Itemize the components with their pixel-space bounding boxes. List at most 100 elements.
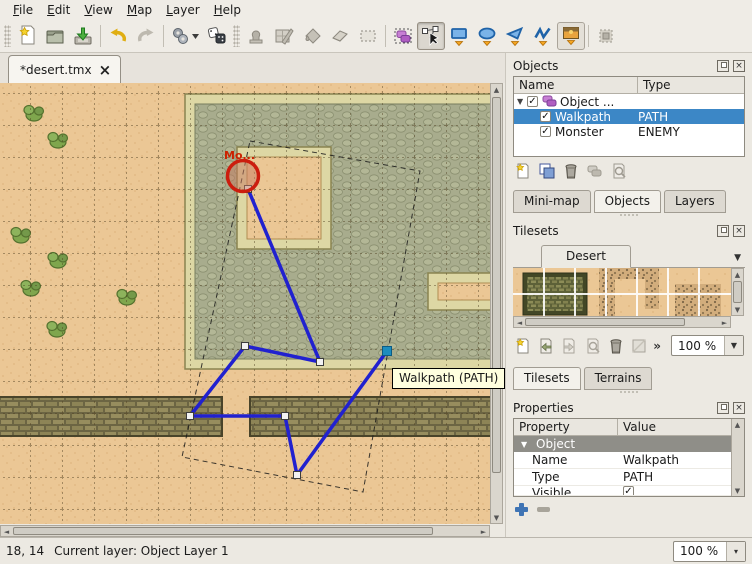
- remove-object-button[interactable]: [562, 162, 580, 180]
- property-visible-checkbox[interactable]: ✓: [623, 486, 634, 496]
- tile-stamp-button[interactable]: [592, 22, 620, 50]
- object-group-row[interactable]: ▼ ✓ Object ...: [514, 94, 744, 109]
- eraser-button[interactable]: [326, 22, 354, 50]
- objects-float-icon[interactable]: [717, 60, 729, 72]
- walkpath-selected-vertex[interactable]: [383, 347, 392, 356]
- document-tab-desert[interactable]: *desert.tmx ×: [8, 55, 121, 83]
- insert-tile-tool-button[interactable]: [557, 22, 585, 50]
- insert-polyline-tool-button[interactable]: [529, 22, 557, 50]
- random-mode-button[interactable]: [203, 22, 231, 50]
- toolbar-grip-2[interactable]: [233, 25, 240, 47]
- monster-row[interactable]: ✓ Monster ENEMY: [514, 124, 744, 139]
- menu-help[interactable]: Help: [207, 2, 248, 18]
- menu-file[interactable]: File: [6, 2, 40, 18]
- rect-select-button[interactable]: [354, 22, 382, 50]
- properties-close-icon[interactable]: ×: [733, 402, 745, 414]
- scroll-right-icon[interactable]: ►: [719, 317, 730, 328]
- automap-button[interactable]: [167, 22, 203, 50]
- tileset-dropdown-icon[interactable]: ▼: [734, 253, 741, 267]
- property-name-value[interactable]: Walkpath: [618, 453, 731, 467]
- redo-button[interactable]: [132, 22, 160, 50]
- scroll-down-icon[interactable]: ▼: [732, 485, 743, 496]
- save-button[interactable]: [69, 22, 97, 50]
- statusbar-zoom-combo[interactable]: 100 % ▾: [673, 541, 746, 562]
- tab-layers[interactable]: Layers: [664, 190, 726, 213]
- property-group-object[interactable]: ▼ Object: [514, 436, 731, 452]
- object-group-checkbox[interactable]: ✓: [527, 96, 538, 107]
- new-tileset-button[interactable]: [514, 337, 531, 355]
- properties-column-property[interactable]: Property: [514, 419, 618, 435]
- property-row-name[interactable]: Name Walkpath: [514, 452, 731, 469]
- walkpath-row[interactable]: ✓ Walkpath PATH: [514, 109, 744, 124]
- toolbar-grip[interactable]: [4, 25, 11, 47]
- terrain-brush-button[interactable]: [270, 22, 298, 50]
- scroll-up-icon[interactable]: ▲: [732, 419, 743, 430]
- tab-tilesets[interactable]: Tilesets: [513, 367, 581, 390]
- object-properties-button[interactable]: [610, 162, 628, 180]
- menu-layer[interactable]: Layer: [159, 2, 206, 18]
- objects-close-icon[interactable]: ×: [733, 60, 745, 72]
- property-type-value[interactable]: PATH: [618, 470, 731, 484]
- tileset-vertical-scrollbar[interactable]: ▲ ▼: [731, 268, 744, 316]
- insert-ellipse-tool-button[interactable]: [473, 22, 501, 50]
- scroll-up-icon[interactable]: ▲: [491, 84, 502, 95]
- walkpath-checkbox[interactable]: ✓: [540, 111, 551, 122]
- remove-property-button[interactable]: [537, 507, 550, 512]
- combo-dropdown-icon[interactable]: ▾: [726, 542, 745, 561]
- objects-column-type[interactable]: Type: [638, 77, 676, 93]
- expander-icon[interactable]: ▼: [517, 97, 527, 106]
- import-tileset-button[interactable]: [537, 337, 554, 355]
- tilesets-close-icon[interactable]: ×: [733, 225, 745, 237]
- scroll-right-icon[interactable]: ►: [478, 526, 489, 537]
- property-row-visible[interactable]: Visible ✓: [514, 486, 731, 496]
- tab-terrains[interactable]: Terrains: [584, 367, 653, 390]
- scroll-up-icon[interactable]: ▲: [732, 269, 743, 280]
- export-tileset-button[interactable]: [560, 337, 577, 355]
- tileset-zoom-combo[interactable]: 100 % ▼: [671, 335, 744, 356]
- menu-edit[interactable]: Edit: [40, 2, 77, 18]
- undo-button[interactable]: [104, 22, 132, 50]
- open-file-button[interactable]: [41, 22, 69, 50]
- menu-map[interactable]: Map: [120, 2, 159, 18]
- expander-icon[interactable]: ▼: [521, 440, 531, 449]
- tab-objects[interactable]: Objects: [594, 190, 661, 213]
- map-horizontal-scrollbar[interactable]: ◄ ►: [0, 525, 490, 537]
- properties-float-icon[interactable]: [717, 402, 729, 414]
- duplicate-object-button[interactable]: [538, 162, 556, 180]
- tileset-hscroll-thumb[interactable]: [525, 318, 685, 326]
- add-property-button[interactable]: [515, 503, 528, 516]
- new-file-button[interactable]: [13, 22, 41, 50]
- tileset-horizontal-scrollbar[interactable]: ◄ ►: [513, 316, 731, 328]
- monster-checkbox[interactable]: ✓: [540, 126, 551, 137]
- map-canvas[interactable]: Mo...: [0, 83, 490, 524]
- tab-close-icon[interactable]: ×: [99, 64, 112, 76]
- scroll-down-icon[interactable]: ▼: [491, 512, 502, 523]
- tileset-canvas[interactable]: [513, 268, 731, 316]
- properties-header[interactable]: Property Value: [514, 419, 731, 436]
- scroll-left-icon[interactable]: ◄: [514, 317, 525, 328]
- tileset-tab-desert[interactable]: Desert: [541, 245, 631, 268]
- dock-splitter-2[interactable]: [513, 391, 745, 396]
- map-vscroll-thumb[interactable]: [492, 97, 501, 473]
- combo-dropdown-icon[interactable]: ▼: [724, 336, 743, 355]
- move-objects-button[interactable]: [586, 162, 604, 180]
- bucket-fill-button[interactable]: [298, 22, 326, 50]
- insert-polygon-tool-button[interactable]: [501, 22, 529, 50]
- scroll-down-icon[interactable]: ▼: [732, 304, 743, 315]
- tileset-properties-button[interactable]: [584, 337, 601, 355]
- select-objects-tool-button[interactable]: [389, 22, 417, 50]
- properties-column-value[interactable]: Value: [618, 419, 661, 435]
- map-hscroll-thumb[interactable]: [13, 527, 433, 535]
- map-vertical-scrollbar[interactable]: ▲ ▼: [490, 83, 503, 524]
- menu-view[interactable]: View: [77, 2, 119, 18]
- tab-mini-map[interactable]: Mini-map: [513, 190, 591, 213]
- insert-rectangle-tool-button[interactable]: [445, 22, 473, 50]
- remove-tileset-button[interactable]: [607, 337, 624, 355]
- edit-polygons-tool-button[interactable]: [417, 22, 445, 50]
- tilesets-float-icon[interactable]: [717, 225, 729, 237]
- monster-object-circle[interactable]: [228, 161, 259, 192]
- dock-splitter[interactable]: [513, 214, 745, 219]
- property-row-type[interactable]: Type PATH: [514, 469, 731, 486]
- edit-tileset-button[interactable]: [630, 337, 647, 355]
- toolbar-overflow-chevron[interactable]: »: [653, 339, 661, 353]
